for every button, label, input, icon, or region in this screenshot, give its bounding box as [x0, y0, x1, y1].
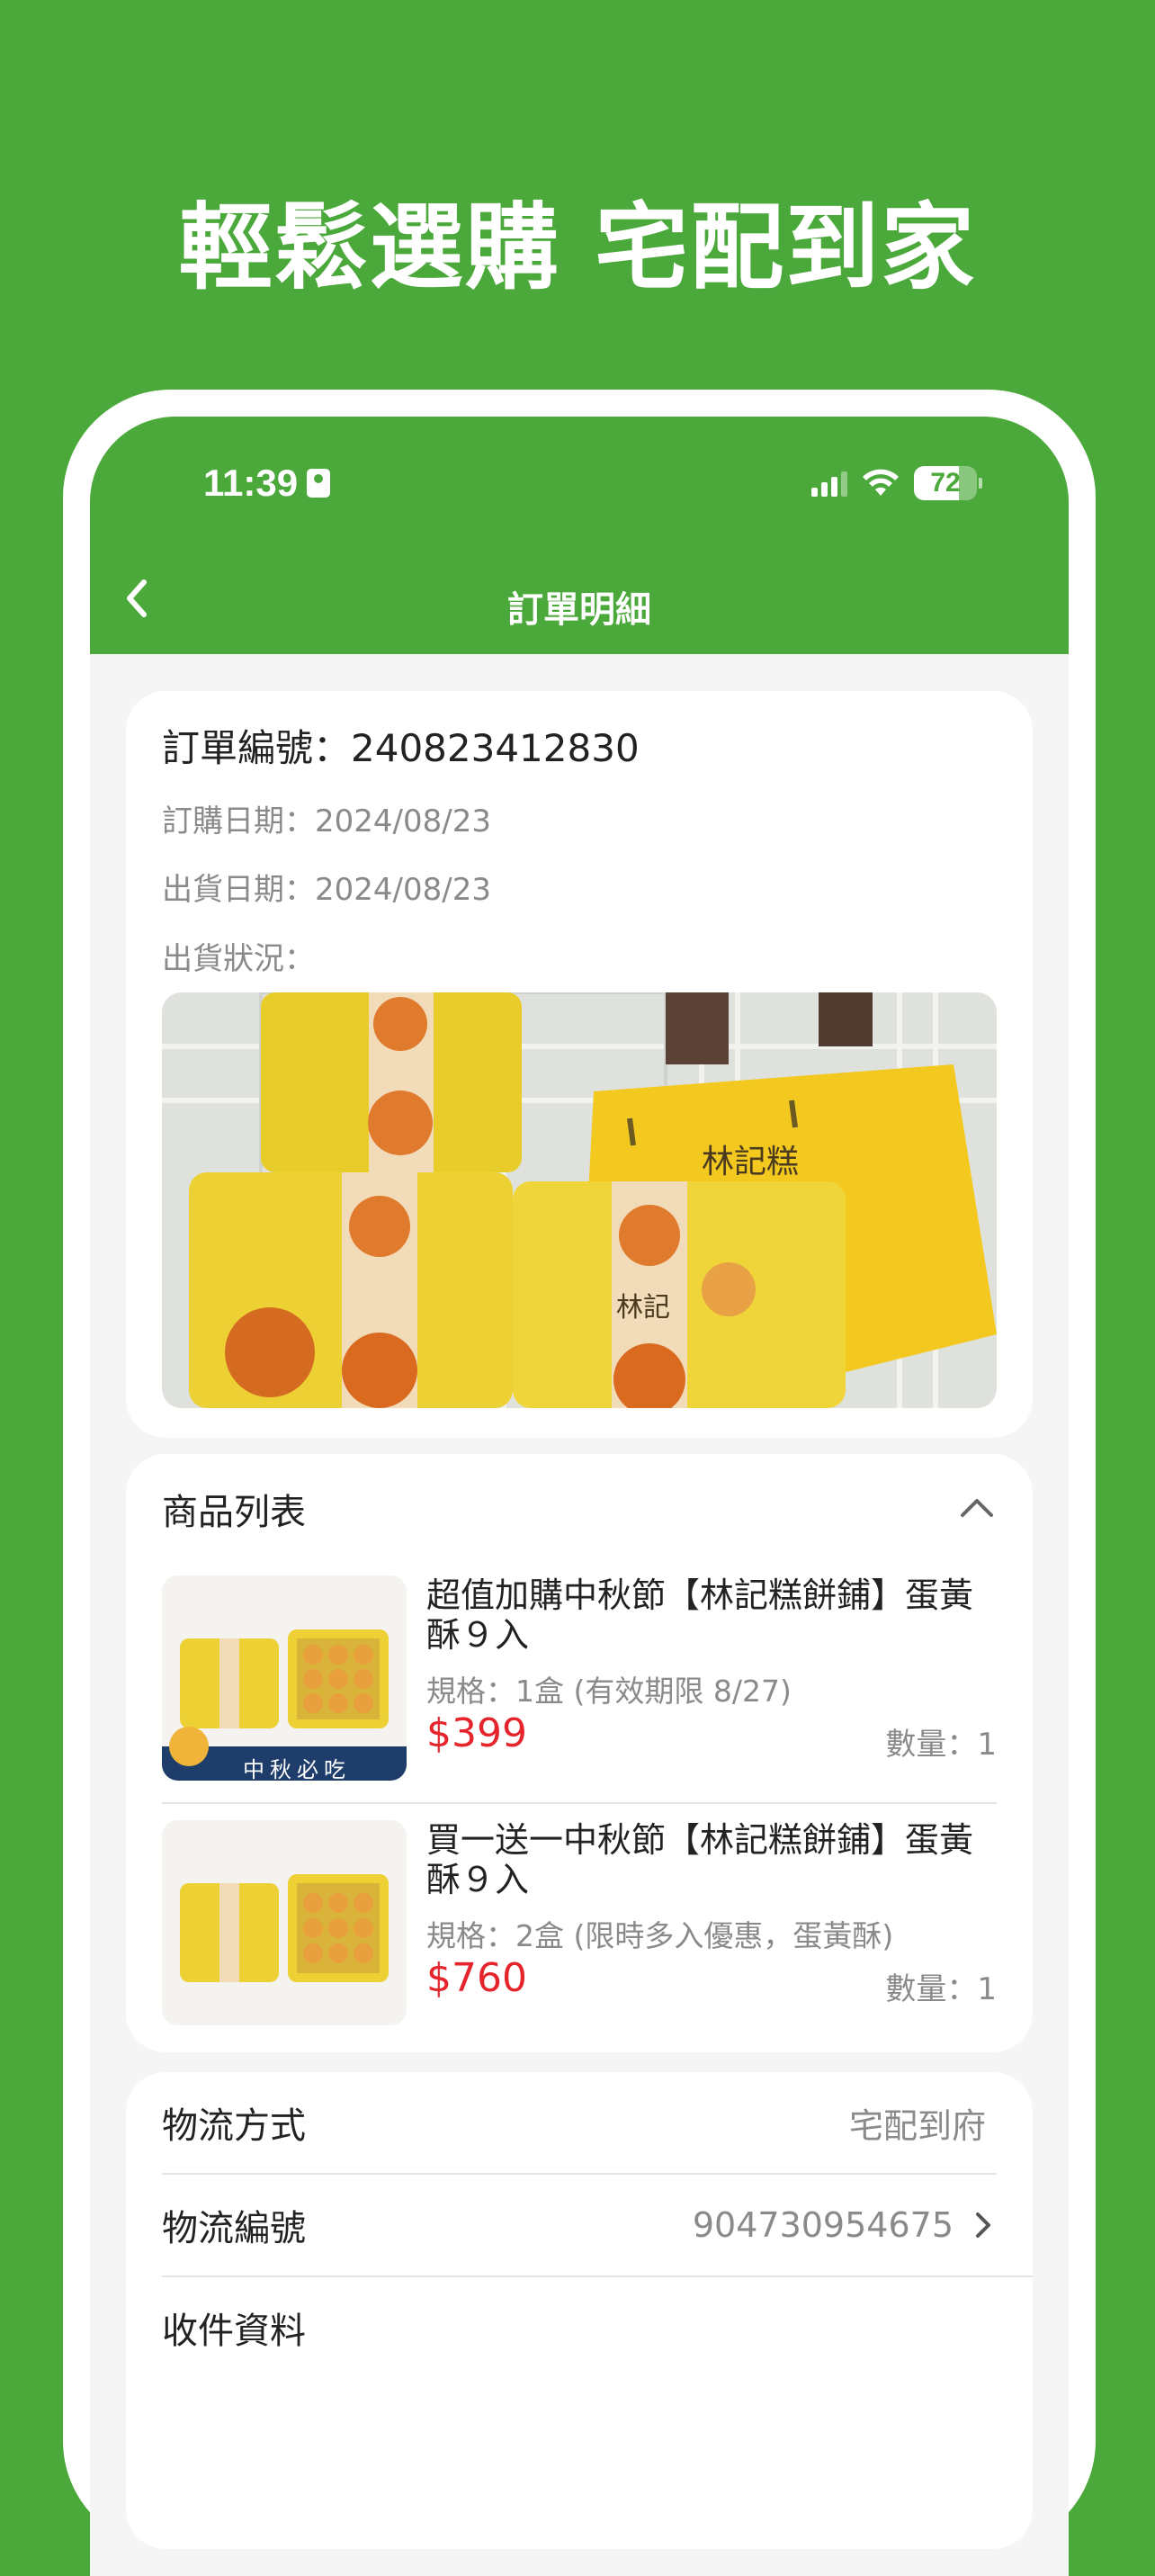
order-date: 訂購日期：2024/08/23: [162, 803, 491, 839]
product-quantity: 數量：1: [885, 1971, 997, 2007]
app-screen: 11:39 72 訂單明細 訂單編號：240823412830 訂購日期：202…: [90, 417, 1069, 2576]
page-title: 訂單明細: [507, 589, 651, 631]
product-item[interactable]: 買一送一中秋節【林記糕餅鋪】蛋黃酥９入 規格：2盒 (限時多入優惠，蛋黃酥) $…: [162, 1820, 997, 2027]
chevron-right-icon[interactable]: [970, 2209, 997, 2241]
id-card-icon: [307, 469, 331, 498]
tracking-number-value: 904730954675: [692, 2205, 954, 2245]
svg-text:林記糕: 林記糕: [702, 1144, 799, 1180]
product-thumbnail: [162, 1820, 407, 2025]
product-name: 超值加購中秋節【林記糕餅鋪】蛋黃酥９入: [426, 1575, 974, 1655]
chevron-up-icon[interactable]: [955, 1490, 998, 1522]
row-divider: [162, 1802, 997, 1804]
app-bar: 11:39 72 訂單明細: [90, 417, 1069, 654]
svg-text:林記: 林記: [616, 1292, 670, 1324]
product-price: $760: [426, 1955, 527, 2001]
order-number: 訂單編號：240823412830: [162, 726, 640, 770]
recipient-info-row: 收件資料: [162, 2277, 997, 2378]
shipment-photo[interactable]: 林記糕 林記: [162, 992, 997, 1408]
product-list-title: 商品列表: [162, 1492, 306, 1533]
product-spec: 規格：2盒 (限時多入優惠，蛋黃酥): [426, 1918, 894, 1953]
product-list-card: 商品列表 中秋必吃 超值加購中秋節【林記糕餅鋪】蛋黃酥９入 規格：1盒 (有效期…: [126, 1454, 1033, 2052]
clock-text: 11:39: [203, 462, 299, 504]
battery-level: 72: [930, 468, 961, 498]
shipping-info-card: 物流方式 宅配到府 物流編號 904730954675 收件資料: [126, 2072, 1033, 2549]
ship-date: 出貨日期：2024/08/23: [162, 872, 491, 908]
product-item[interactable]: 中秋必吃 超值加購中秋節【林記糕餅鋪】蛋黃酥９入 規格：1盒 (有效期限 8/2…: [162, 1575, 997, 1782]
promo-headline: 輕鬆選購 宅配到家: [178, 193, 977, 302]
status-bar-time: 11:39: [203, 462, 331, 505]
tracking-number-row[interactable]: 物流編號 904730954675: [162, 2175, 997, 2275]
signal-icon: [811, 470, 847, 497]
shipping-method-value: 宅配到府: [848, 2105, 986, 2146]
order-info-card: 訂單編號：240823412830 訂購日期：2024/08/23 出貨日期：2…: [126, 691, 1033, 1438]
product-thumbnail: 中秋必吃: [162, 1575, 407, 1781]
wifi-icon: [863, 469, 899, 496]
shipping-method-row: 物流方式 宅配到府: [162, 2072, 997, 2173]
product-name: 買一送一中秋節【林記糕餅鋪】蛋黃酥９入: [426, 1820, 974, 1899]
product-spec: 規格：1盒 (有效期限 8/27): [426, 1674, 792, 1709]
battery-icon: 72: [914, 466, 982, 500]
recipient-info-label: 收件資料: [162, 2311, 306, 2352]
ship-status: 出貨狀況：: [162, 941, 315, 977]
product-price: $399: [426, 1710, 527, 1756]
status-bar-indicators: 72: [811, 466, 982, 500]
tracking-number-label: 物流編號: [162, 2208, 306, 2249]
thumbnail-caption: 中秋必吃: [243, 1757, 351, 1781]
shipping-method-label: 物流方式: [162, 2105, 306, 2147]
product-quantity: 數量：1: [885, 1727, 997, 1763]
